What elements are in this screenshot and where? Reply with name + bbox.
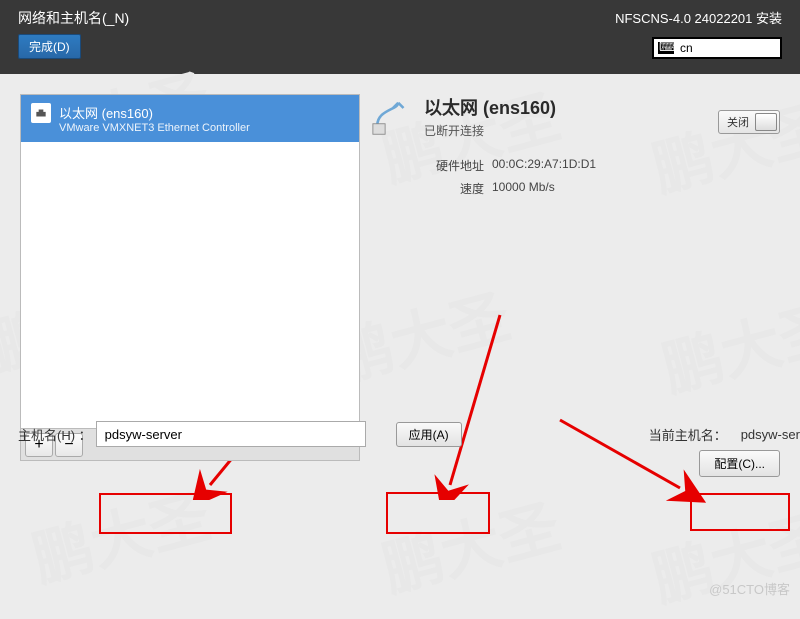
main-content: 以太网 (ens160) VMware VMXNET3 Ethernet Con… [0,74,800,481]
watermark: 鹏大圣 [642,488,800,619]
hostname-label: 主机名(H) ： [18,425,92,444]
hw-addr-value: 00:0C:29:A7:1D:D1 [492,157,596,174]
speed-value: 10000 Mb/s [492,180,555,197]
nic-list[interactable]: 以太网 (ens160) VMware VMXNET3 Ethernet Con… [20,94,360,429]
detail-nic-title: 以太网 (ens160) [424,94,556,120]
current-hostname-value: pdsyw-server [741,427,800,442]
configure-button[interactable]: 配置(C)... [699,450,780,477]
apply-hostname-button[interactable]: 应用(A) [396,422,462,447]
connection-toggle-row: 关闭 [718,110,780,134]
watermark: 鹏大圣 [372,478,568,609]
keyboard-icon [658,42,674,54]
hw-addr-label: 硬件地址 [424,157,484,174]
nic-list-panel: 以太网 (ens160) VMware VMXNET3 Ethernet Con… [20,94,360,461]
keyboard-layout-selector[interactable]: cn [652,37,782,59]
header-bar: 网络和主机名(_N) 完成(D) NFSCNS-4.0 24022201 安装 … [0,0,800,74]
detail-nic-status: 已断开连接 [424,122,556,139]
watermark: 鹏大圣 [22,468,218,599]
nic-list-item[interactable]: 以太网 (ens160) VMware VMXNET3 Ethernet Con… [21,95,359,142]
keyboard-layout-label: cn [680,41,693,55]
nic-info-grid: 硬件地址 00:0C:29:A7:1D:D1 速度 10000 Mb/s [424,157,780,197]
ethernet-icon [31,103,51,123]
connection-toggle[interactable]: 关闭 [718,110,780,134]
nic-item-desc: VMware VMXNET3 Ethernet Controller [59,122,349,134]
toggle-knob [755,113,777,131]
credit-watermark: @51CTO博客 [709,579,790,598]
speed-label: 速度 [424,180,484,197]
ethernet-icon-large [372,94,414,136]
current-hostname-label: 当前主机名： [649,425,727,444]
nic-detail-panel: 以太网 (ens160) 已断开连接 硬件地址 00:0C:29:A7:1D:D… [372,94,780,461]
page-title: 网络和主机名(_N) [18,8,129,28]
toggle-state-label: 关闭 [721,114,755,130]
annotation-box [99,493,232,534]
nic-item-name: 以太网 (ens160) [59,103,349,122]
hostname-input[interactable] [96,421,366,447]
hostname-row: 主机名(H) ： 应用(A) 当前主机名： pdsyw-server [18,421,800,447]
annotation-box [386,492,490,534]
install-title: NFSCNS-4.0 24022201 安装 [615,8,782,27]
done-button[interactable]: 完成(D) [18,34,81,59]
annotation-box [690,493,790,531]
